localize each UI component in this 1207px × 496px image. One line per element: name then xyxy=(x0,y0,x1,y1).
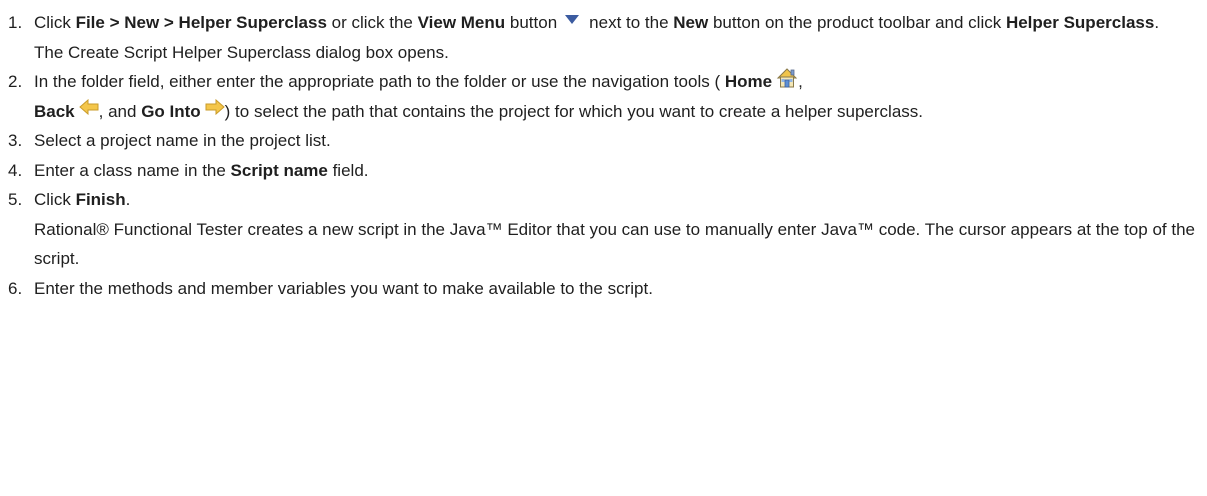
go-into-arrow-icon xyxy=(205,99,225,116)
step-text: Click xyxy=(34,13,76,32)
new-button-label: New xyxy=(673,13,709,32)
step-text: In the folder field, either enter the ap… xyxy=(34,72,725,91)
step-2-instruction: In the folder field, either enter the ap… xyxy=(34,67,1204,126)
view-menu-label: View Menu xyxy=(417,13,506,32)
step-3: 3. Select a project name in the project … xyxy=(0,126,1204,156)
step-5-result: Rational® Functional Tester creates a ne… xyxy=(34,219,1195,269)
menu-path-label: File > New > Helper Superclass xyxy=(75,13,327,32)
step-number: 6. xyxy=(8,278,23,298)
step-number: 1. xyxy=(8,13,23,32)
step-text: ) to select the path that contains the p… xyxy=(224,101,923,121)
back-arrow-icon xyxy=(78,99,99,116)
step-text: , xyxy=(798,72,803,91)
step-number: 4. xyxy=(8,160,23,180)
back-label: Back xyxy=(34,101,75,121)
step-1-result: The Create Script Helper Superclass dial… xyxy=(34,42,449,62)
step-text: button on the product toolbar and click xyxy=(708,13,1006,32)
step-number: 2. xyxy=(8,72,23,91)
home-icon xyxy=(776,67,798,88)
view-menu-triangle-icon xyxy=(565,15,580,25)
step-number: 5. xyxy=(8,190,23,209)
step-text: . xyxy=(125,190,131,209)
home-label: Home xyxy=(724,72,773,91)
step-4: 4. Enter a class name in the Script name… xyxy=(0,156,1204,186)
step-text: field. xyxy=(327,160,369,180)
finish-label: Finish xyxy=(75,190,126,209)
step-2: 2. In the folder field, either enter the… xyxy=(0,67,1204,126)
step-6-instruction: Enter the methods and member variables y… xyxy=(34,278,653,298)
step-text: . xyxy=(1154,13,1160,32)
step-text: , and xyxy=(98,101,142,121)
step-1: 1. Click File > New > Helper Superclass … xyxy=(0,8,1204,67)
step-4-instruction: Enter a class name in the Script name fi… xyxy=(34,156,1204,186)
step-5-instruction: Click Finish. xyxy=(34,185,1204,215)
step-3-instruction: Select a project name in the project lis… xyxy=(34,131,331,150)
script-name-label: Script name xyxy=(230,160,328,180)
procedure-steps: 1. Click File > New > Helper Superclass … xyxy=(0,0,1207,303)
step-5: 5. Click Finish. Rational® Functional Te… xyxy=(0,185,1204,274)
step-1-instruction: Click File > New > Helper Superclass or … xyxy=(34,8,1204,38)
step-text: button xyxy=(505,13,558,32)
step-text: next to the xyxy=(589,13,674,32)
step-text: Enter a class name in the xyxy=(34,160,231,180)
step-6: 6. Enter the methods and member variable… xyxy=(0,274,1204,304)
step-text: Click xyxy=(34,190,76,209)
step-text: or click the xyxy=(326,13,418,32)
go-into-label: Go Into xyxy=(141,101,201,121)
step-number: 3. xyxy=(8,131,23,150)
helper-superclass-label: Helper Superclass xyxy=(1005,13,1155,32)
